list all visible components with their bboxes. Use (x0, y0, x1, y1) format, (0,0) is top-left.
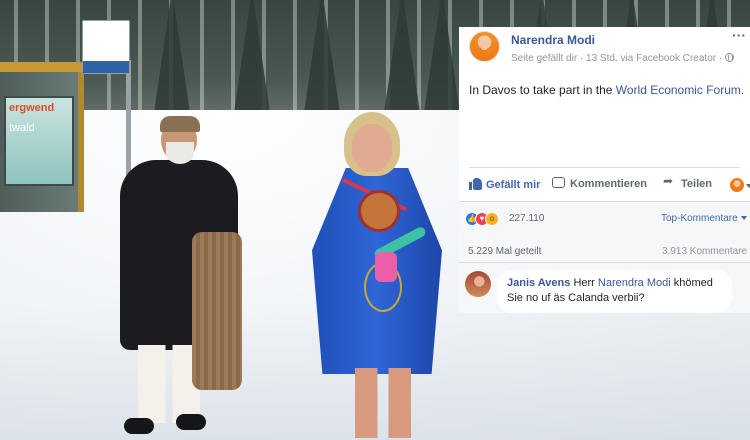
share-count[interactable]: 5.229 Mal geteilt (468, 246, 541, 257)
comment-author[interactable]: Janis Avens (507, 277, 570, 289)
comment-text-before: Herr (573, 277, 595, 289)
shelter-advertisement: ergwend twald (4, 96, 74, 186)
post-text-link[interactable]: World Economic Forum (616, 83, 741, 97)
commenter-avatar[interactable] (465, 271, 491, 297)
person-left-beard (166, 142, 194, 164)
comment-icon (552, 177, 565, 188)
person-center-head (352, 124, 392, 172)
comment-bubble: Janis Avens Herr Narendra Modi khömed Si… (497, 270, 732, 313)
person-left-shawl (192, 232, 242, 390)
facebook-post: Narendra Modi Seite gefällt dir · 13 Std… (459, 27, 750, 202)
actions-divider (469, 167, 740, 168)
person-left-shoe (124, 418, 154, 434)
share-button[interactable]: Teilen (663, 174, 712, 190)
comment-count[interactable]: 3.913 Kommentare (662, 246, 747, 257)
person-left-shoe (176, 414, 206, 430)
water-gun-tank (375, 252, 397, 282)
thumbs-up-icon (469, 177, 482, 190)
engagement-divider (459, 262, 750, 263)
more-options-icon[interactable]: ··· (732, 27, 746, 43)
post-text-prefix: In Davos to take part in the (469, 83, 616, 97)
comment-button-label: Kommentieren (570, 178, 648, 190)
bus-stop-sign (82, 20, 130, 74)
share-icon (663, 174, 676, 188)
post-text: In Davos to take part in the World Econo… (469, 83, 744, 97)
author-avatar[interactable] (469, 31, 500, 62)
post-subline-text: Seite gefällt dir · 13 Std. via Facebook… (511, 53, 723, 64)
page-voice-avatar[interactable] (730, 178, 744, 192)
bus-stop-pole (126, 60, 131, 180)
person-center-legs (355, 368, 411, 438)
post-engagement: 👍 ♥ o 227.110 Top-Kommentare 5.229 Mal g… (459, 202, 750, 313)
comment-mention[interactable]: Narendra Modi (598, 277, 671, 289)
comment-button[interactable]: Kommentieren (552, 177, 647, 190)
wow-reaction-icon: o (485, 212, 499, 226)
top-comments-label: Top-Kommentare (661, 213, 738, 224)
bus-shelter-roof (0, 62, 90, 72)
share-button-label: Teilen (681, 178, 712, 190)
person-left-legs (138, 345, 200, 423)
like-button[interactable]: Gefällt mir (469, 177, 540, 191)
globe-icon (725, 53, 735, 62)
like-button-label: Gefällt mir (486, 179, 541, 191)
ad-text-line1: ergwend (9, 102, 55, 114)
chevron-down-icon (740, 216, 747, 220)
person-left-cap (160, 116, 200, 132)
ad-text-line2: twald (9, 122, 35, 134)
post-text-suffix: . (740, 83, 745, 97)
reaction-count[interactable]: 227.110 (509, 213, 544, 224)
bus-stop-sign-band (83, 61, 129, 73)
top-comments-dropdown[interactable]: Top-Kommentare (661, 213, 747, 224)
chevron-down-icon[interactable] (746, 184, 750, 188)
post-author-name[interactable]: Narendra Modi (511, 33, 595, 47)
post-subline: Seite gefällt dir · 13 Std. via Facebook… (511, 53, 735, 64)
bus-stop-sign-top (83, 21, 129, 45)
post-actions-bar: Gefällt mir Kommentieren Teilen (467, 174, 750, 195)
person-center-badge (358, 190, 400, 232)
